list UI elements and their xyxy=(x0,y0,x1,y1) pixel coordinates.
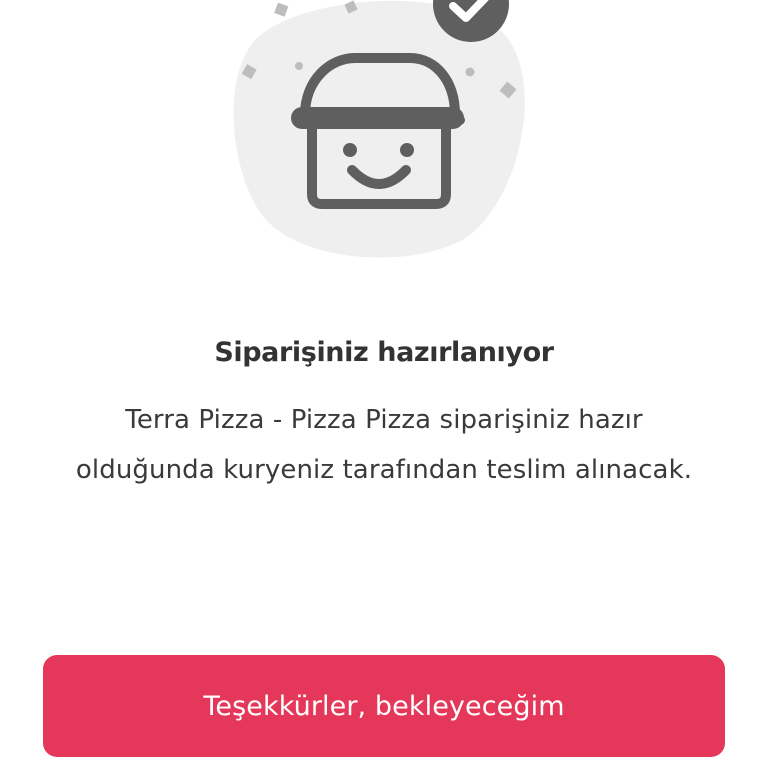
order-illustration xyxy=(233,0,525,258)
status-title: Siparişiniz hazırlanıyor xyxy=(214,337,554,368)
order-preparing-screen: Siparişiniz hazırlanıyor Terra Pizza - P… xyxy=(0,0,768,768)
basket-rim xyxy=(291,107,464,129)
status-message: Terra Pizza - Pizza Pizza siparişiniz ha… xyxy=(75,405,693,485)
basket-eye-left xyxy=(343,143,357,157)
confirm-wait-button[interactable]: Teşekkürler, bekleyeceğim xyxy=(43,655,725,757)
basket-eye-right xyxy=(400,143,414,157)
